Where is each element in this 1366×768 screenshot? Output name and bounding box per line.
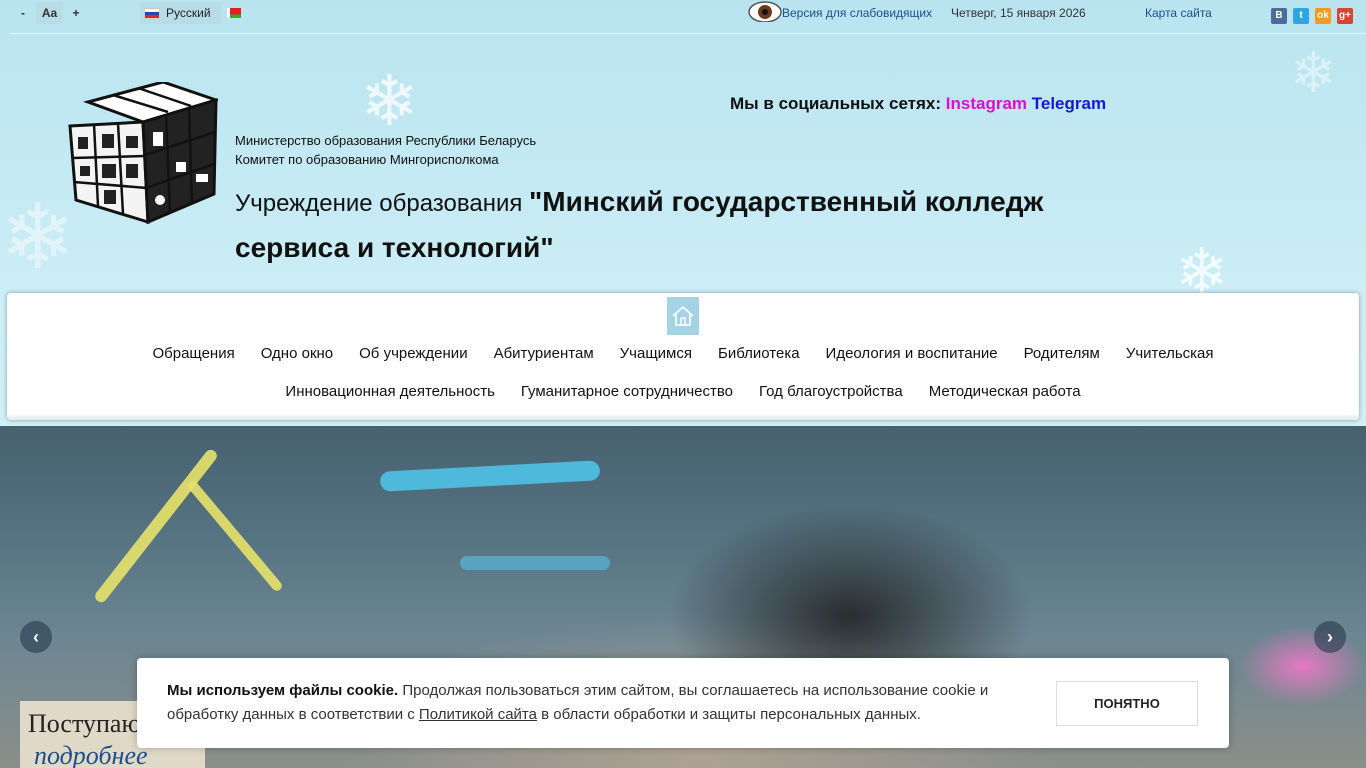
font-decrease-button[interactable]: -	[18, 2, 28, 24]
menu-item-students[interactable]: Учащимся	[607, 343, 705, 365]
home-button[interactable]	[667, 297, 699, 335]
institution-title: Учреждение образования "Минский государс…	[235, 180, 1135, 272]
menu-item-library[interactable]: Библиотека	[705, 343, 813, 365]
menu-item-applicants[interactable]: Абитуриентам	[481, 343, 607, 365]
cookie-text-part-2: в области обработки и защиты персональны…	[541, 706, 921, 723]
home-icon	[672, 306, 694, 326]
slider-next-button[interactable]: ›	[1314, 621, 1346, 653]
ministry-info: Министерство образования Республики Бела…	[235, 131, 536, 169]
slide-decoration	[186, 479, 284, 593]
menu-item-about[interactable]: Об учреждении	[346, 343, 480, 365]
slide-decoration	[92, 447, 220, 605]
menu-item-humanitarian[interactable]: Гуманитарное сотрудничество	[508, 381, 746, 403]
russia-flag-icon	[144, 8, 160, 19]
instagram-link[interactable]: Instagram	[946, 94, 1027, 113]
snowflake-decoration: ❄	[1290, 41, 1337, 104]
share-twitter-icon[interactable]: t	[1293, 8, 1309, 24]
slider-prev-button[interactable]: ‹	[20, 621, 52, 653]
current-date: Четверг, 15 января 2026	[951, 6, 1086, 20]
menu-item-methodical[interactable]: Методическая работа	[916, 381, 1094, 403]
cookie-accept-button[interactable]: ПОНЯТНО	[1056, 681, 1198, 726]
cookie-banner: Мы используем файлы cookie. Продолжая по…	[137, 658, 1229, 748]
low-vision-version-link[interactable]: Версия для слабовидящих	[782, 6, 932, 20]
eye-icon[interactable]	[748, 0, 782, 22]
main-navigation: Обращения Одно окно Об учреждении Абитур…	[7, 293, 1359, 420]
slide-caption-title: Поступаю	[28, 709, 141, 738]
sitemap-link[interactable]: Карта сайта	[1145, 6, 1212, 20]
college-logo-cube[interactable]	[68, 82, 218, 226]
belarus-flag-icon[interactable]	[227, 8, 241, 18]
menu-item-ideology[interactable]: Идеология и воспитание	[813, 343, 1011, 365]
menu-item-one-window[interactable]: Одно окно	[248, 343, 346, 365]
share-vk-icon[interactable]: B	[1271, 8, 1287, 24]
snowflake-decoration: ❄	[360, 62, 419, 140]
menu-row-1: Обращения Одно окно Об учреждении Абитур…	[7, 343, 1359, 365]
menu-item-parents[interactable]: Родителям	[1011, 343, 1113, 365]
menu-row-2: Инновационная деятельность Гуманитарное …	[7, 381, 1359, 403]
cookie-text: Мы используем файлы cookie. Продолжая по…	[167, 679, 1047, 727]
snowflake-decoration: ❄	[0, 188, 76, 288]
slide-decoration	[379, 460, 601, 492]
slide-decoration	[460, 556, 610, 570]
telegram-link[interactable]: Telegram	[1032, 94, 1106, 113]
font-increase-button[interactable]: +	[70, 2, 82, 24]
menu-item-appeals[interactable]: Обращения	[139, 343, 247, 365]
cookie-bold-text: Мы используем файлы cookie.	[167, 682, 399, 699]
language-label: Русский	[166, 6, 211, 20]
privacy-policy-link[interactable]: Политикой сайта	[419, 706, 537, 723]
menu-item-teachers[interactable]: Учительская	[1113, 343, 1227, 365]
top-bar: - Aa + Русский Версия для слабовидящих Ч…	[10, 0, 1366, 34]
menu-item-innovation[interactable]: Инновационная деятельность	[272, 381, 508, 403]
menu-bottom-edge	[7, 415, 1359, 420]
social-prefix: Мы в социальных сетях:	[730, 94, 942, 113]
social-networks: Мы в социальных сетях: Instagram Telegra…	[730, 94, 1106, 114]
share-odnoklassniki-icon[interactable]: ok	[1315, 8, 1331, 24]
font-normal-button[interactable]: Aa	[36, 2, 63, 24]
language-russian-button[interactable]: Русский	[140, 2, 222, 24]
ministry-line-2: Комитет по образованию Мингорисполкома	[235, 152, 499, 167]
share-googleplus-icon[interactable]: g+	[1337, 8, 1353, 24]
slide-more-link[interactable]: подробнее	[34, 741, 148, 768]
institution-title-prefix: Учреждение образования	[235, 190, 523, 217]
slide-decoration	[1240, 626, 1366, 706]
menu-item-improvement-year[interactable]: Год благоустройства	[746, 381, 916, 403]
ministry-line-1: Министерство образования Республики Бела…	[235, 133, 537, 148]
